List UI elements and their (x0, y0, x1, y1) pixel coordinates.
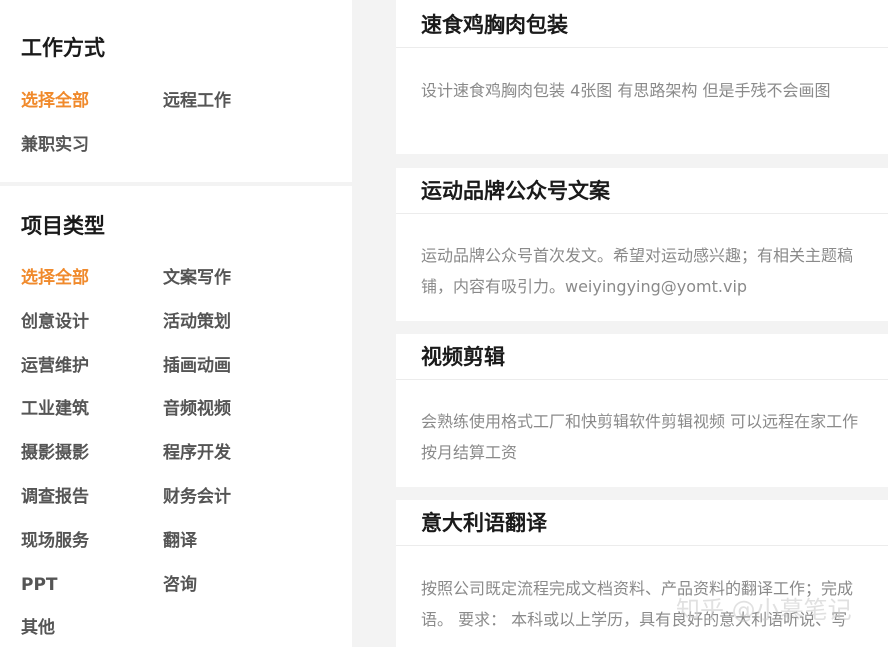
job-title[interactable]: 意大利语翻译 (421, 511, 547, 535)
page: 工作方式 选择全部 远程工作 兼职实习 项目类型 选择全部 文案写作 创意设计 活动策… (0, 0, 888, 647)
job-description: 会熟练使用格式工厂和快剪辑软件剪辑视频 可以远程在家工作 按月结算工资 (421, 406, 888, 468)
job-card[interactable]: 运动品牌公众号文案 运动品牌公众号首次发文。希望对运动感兴趣；有相关主题稿 铺，… (396, 168, 888, 321)
job-description: 运动品牌公众号首次发文。希望对运动感兴趣；有相关主题稿 铺，内容有吸引力。wei… (421, 240, 888, 302)
filter-sidebar: 工作方式 选择全部 远程工作 兼职实习 项目类型 选择全部 文案写作 创意设计 活动策… (0, 0, 352, 647)
job-title[interactable]: 速食鸡胸肉包装 (421, 13, 568, 37)
project-type-option[interactable]: 活动策划 (163, 312, 231, 332)
project-type-option[interactable]: 选择全部 (21, 268, 89, 288)
project-type-option[interactable]: 音频视频 (163, 399, 231, 419)
project-type-option[interactable]: 翻译 (163, 531, 197, 551)
job-card[interactable]: 速食鸡胸肉包装 设计速食鸡胸肉包装 4张图 有思路架构 但是手残不会画图 (396, 0, 888, 154)
project-type-filter: 项目类型 选择全部 文案写作创意设计 活动策划运营维护 插画动画工业建筑 音频视频摄影摄… (0, 186, 352, 647)
work-mode-title: 工作方式 (21, 36, 105, 60)
project-type-option[interactable]: 运营维护 (21, 356, 89, 376)
project-type-option[interactable]: 摄影摄影 (21, 443, 89, 463)
project-type-option[interactable]: 现场服务 (21, 531, 89, 551)
project-type-option[interactable]: 插画动画 (163, 356, 231, 376)
project-type-option[interactable]: 程序开发 (163, 443, 231, 463)
job-description-line: 按月结算工资 (421, 443, 518, 462)
project-type-option[interactable]: 其他 (21, 618, 55, 638)
work-mode-option-remote[interactable]: 远程工作 (163, 91, 231, 111)
job-card[interactable]: 意大利语翻译 按照公司既定流程完成文档资料、产品资料的翻译工作；完成 语。 要求… (396, 500, 888, 647)
project-type-option[interactable]: 创意设计 (21, 312, 89, 332)
work-mode-filter: 工作方式 选择全部 远程工作 兼职实习 (0, 0, 352, 182)
job-description-line: 设计速食鸡胸肉包装 4张图 有思路架构 但是手残不会画图 (421, 81, 831, 100)
job-description-line: 语。 要求： 本科或以上学历，具有良好的意大利语听说、写 (421, 610, 848, 629)
job-description-line: 按照公司既定流程完成文档资料、产品资料的翻译工作；完成 (421, 579, 854, 598)
job-description-line: 会熟练使用格式工厂和快剪辑软件剪辑视频 可以远程在家工作 (421, 412, 859, 431)
project-type-option[interactable]: 财务会计 (163, 487, 231, 507)
job-description: 按照公司既定流程完成文档资料、产品资料的翻译工作；完成 语。 要求： 本科或以上… (421, 573, 888, 635)
job-card[interactable]: 视频剪辑 会熟练使用格式工厂和快剪辑软件剪辑视频 可以远程在家工作 按月结算工资 (396, 334, 888, 487)
work-mode-option-parttime[interactable]: 兼职实习 (21, 135, 89, 155)
project-type-title: 项目类型 (21, 214, 105, 238)
job-title[interactable]: 运动品牌公众号文案 (421, 179, 610, 203)
work-mode-option-all[interactable]: 选择全部 (21, 91, 89, 111)
job-list: 速食鸡胸肉包装 设计速食鸡胸肉包装 4张图 有思路架构 但是手残不会画图 运动品… (396, 0, 888, 647)
job-description-line: 铺，内容有吸引力。weiyingying@yomt.vip (421, 277, 748, 296)
job-card-header: 运动品牌公众号文案 (396, 168, 888, 214)
project-type-option[interactable]: 咨询 (163, 575, 197, 595)
job-description-line: 运动品牌公众号首次发文。希望对运动感兴趣；有相关主题稿 (421, 246, 854, 265)
job-card-header: 意大利语翻译 (396, 500, 888, 546)
job-title[interactable]: 视频剪辑 (421, 345, 505, 369)
project-type-option[interactable]: PPT (21, 575, 58, 595)
job-card-header: 视频剪辑 (396, 334, 888, 380)
project-type-option[interactable]: 文案写作 (163, 268, 231, 288)
job-card-header: 速食鸡胸肉包装 (396, 0, 888, 48)
project-type-option[interactable]: 调查报告 (21, 487, 89, 507)
job-description: 设计速食鸡胸肉包装 4张图 有思路架构 但是手残不会画图 (421, 75, 888, 106)
project-type-option[interactable]: 工业建筑 (21, 399, 89, 419)
